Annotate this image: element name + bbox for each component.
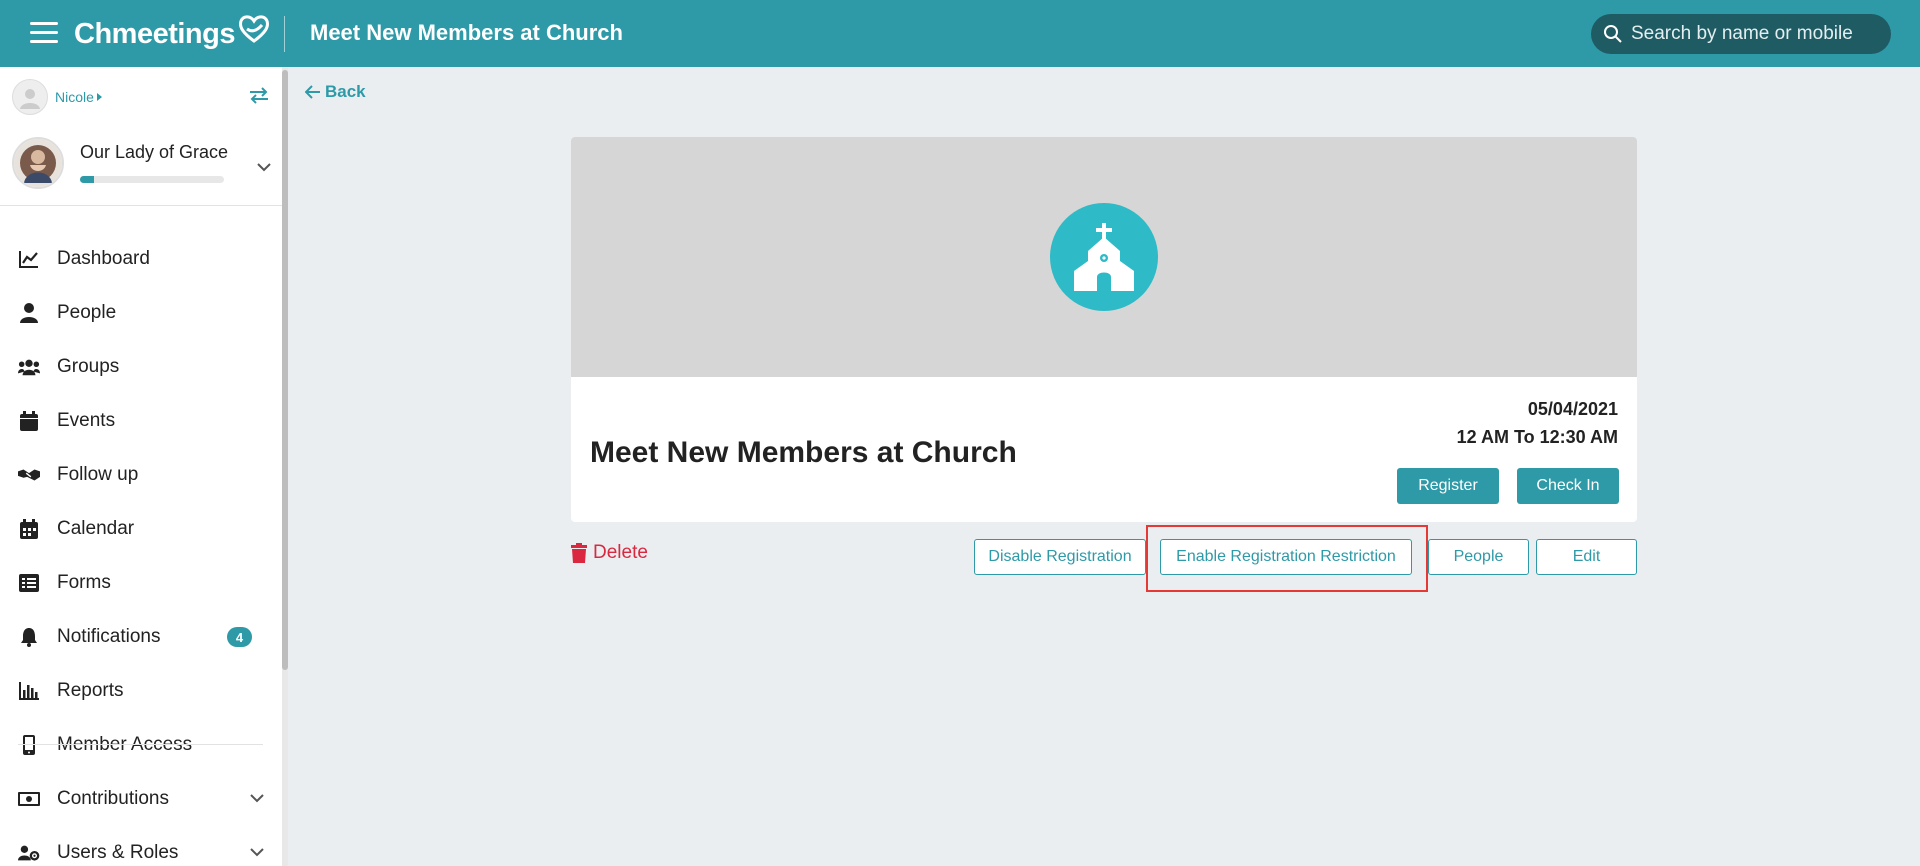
back-label: Back (325, 82, 366, 101)
sidebar-item-users-roles[interactable]: Users & Roles (0, 826, 283, 866)
church-progress-fill (80, 176, 95, 183)
church-progress-bar (80, 176, 224, 183)
sidebar-item-follow-up[interactable]: Follow up (0, 448, 283, 502)
chevron-down-icon (250, 790, 264, 808)
sidebar-item-label: Notifications (57, 626, 161, 647)
sidebar-item-dashboard[interactable]: Dashboard (0, 232, 283, 286)
event-date: 05/04/2021 (1527, 399, 1618, 419)
list-icon (18, 572, 40, 594)
calendar-grid-icon (18, 518, 40, 540)
sidebar-item-contributions[interactable]: Contributions (0, 772, 283, 826)
church-selector[interactable]: Our Lady of Grace (12, 137, 277, 193)
sidebar-item-label: Forms (57, 572, 111, 593)
sidebar-item-label: Groups (57, 356, 120, 377)
notification-count-badge: 4 (227, 627, 252, 647)
caret-right-icon (96, 93, 102, 101)
mobile-icon (18, 734, 40, 756)
sidebar-item-events[interactable]: Events (0, 394, 283, 448)
sidebar-item-label: Contributions (57, 788, 169, 809)
event-title: Meet New Members at Church (590, 436, 1017, 469)
sidebar-scrollbar-thumb[interactable] (282, 70, 288, 670)
sidebar-divider (0, 205, 283, 206)
chart-line-icon (18, 248, 40, 270)
sidebar-item-label: Follow up (57, 464, 139, 485)
header-page-title: Meet New Members at Church (310, 20, 623, 45)
bell-icon (18, 626, 40, 648)
search-icon (1604, 25, 1622, 43)
search-box[interactable] (1591, 14, 1891, 54)
event-banner (571, 137, 1637, 377)
arrow-left-icon (305, 85, 320, 99)
sidebar-item-label: Users & Roles (57, 842, 179, 863)
search-input[interactable] (1631, 23, 1871, 45)
delete-button[interactable]: Delete (571, 542, 648, 564)
church-icon (1050, 203, 1158, 311)
register-button[interactable]: Register (1397, 468, 1499, 504)
chevron-down-icon[interactable] (257, 159, 271, 177)
event-card: Meet New Members at Church 05/04/2021 12… (571, 137, 1637, 522)
chevron-down-icon (250, 844, 264, 862)
disable-registration-button[interactable]: Disable Registration (974, 539, 1146, 575)
calendar-icon (18, 410, 40, 432)
handshake-icon (18, 464, 40, 486)
sidebar-item-forms[interactable]: Forms (0, 556, 283, 610)
sidebar-item-label: Dashboard (57, 248, 150, 269)
back-link[interactable]: Back (305, 82, 366, 102)
user-placeholder-icon (20, 89, 40, 109)
sidebar-item-groups[interactable]: Groups (0, 340, 283, 394)
event-time: 12 AM To 12:30 AM (1456, 427, 1618, 447)
sidebar-item-notifications[interactable]: Notifications 4 (0, 610, 283, 664)
church-name: Our Lady of Grace (80, 142, 229, 162)
sidebar-item-member-access[interactable]: Member Access (0, 718, 283, 772)
check-in-button[interactable]: Check In (1517, 468, 1619, 504)
user-avatar (12, 79, 48, 115)
bar-chart-icon (18, 680, 40, 702)
delete-label: Delete (593, 542, 648, 563)
users-cog-icon (18, 842, 40, 864)
money-icon (18, 788, 40, 810)
edit-button[interactable]: Edit (1536, 539, 1637, 575)
top-bar: Chmeetings Meet New Members at Church (0, 0, 1920, 67)
user-menu[interactable]: Nicole (12, 79, 102, 115)
header-divider (284, 16, 285, 52)
app-logo-text: Chmeetings (74, 17, 235, 50)
highlight-box (1146, 525, 1428, 592)
user-name: Nicole (55, 89, 94, 105)
sidebar-divider (18, 744, 263, 745)
person-icon (18, 302, 40, 324)
app-logo[interactable]: Chmeetings (74, 14, 271, 54)
sidebar-item-calendar[interactable]: Calendar (0, 502, 283, 556)
sidebar: Nicole Our Lady of Grace Dashboard Peopl… (0, 67, 283, 866)
people-button[interactable]: People (1428, 539, 1529, 575)
sidebar-item-label: People (57, 302, 117, 323)
sidebar-item-reports[interactable]: Reports (0, 664, 283, 718)
trash-icon (571, 543, 587, 563)
church-avatar (12, 137, 64, 189)
sidebar-item-label: Member Access (57, 734, 193, 755)
switch-arrows-icon[interactable] (248, 85, 270, 110)
users-icon (18, 356, 40, 378)
sidebar-item-label: Events (57, 410, 116, 431)
sidebar-item-people[interactable]: People (0, 286, 283, 340)
menu-icon[interactable] (30, 22, 58, 44)
sidebar-item-label: Reports (57, 680, 124, 701)
sidebar-item-label: Calendar (57, 518, 135, 539)
logo-heart-icon (239, 15, 269, 43)
